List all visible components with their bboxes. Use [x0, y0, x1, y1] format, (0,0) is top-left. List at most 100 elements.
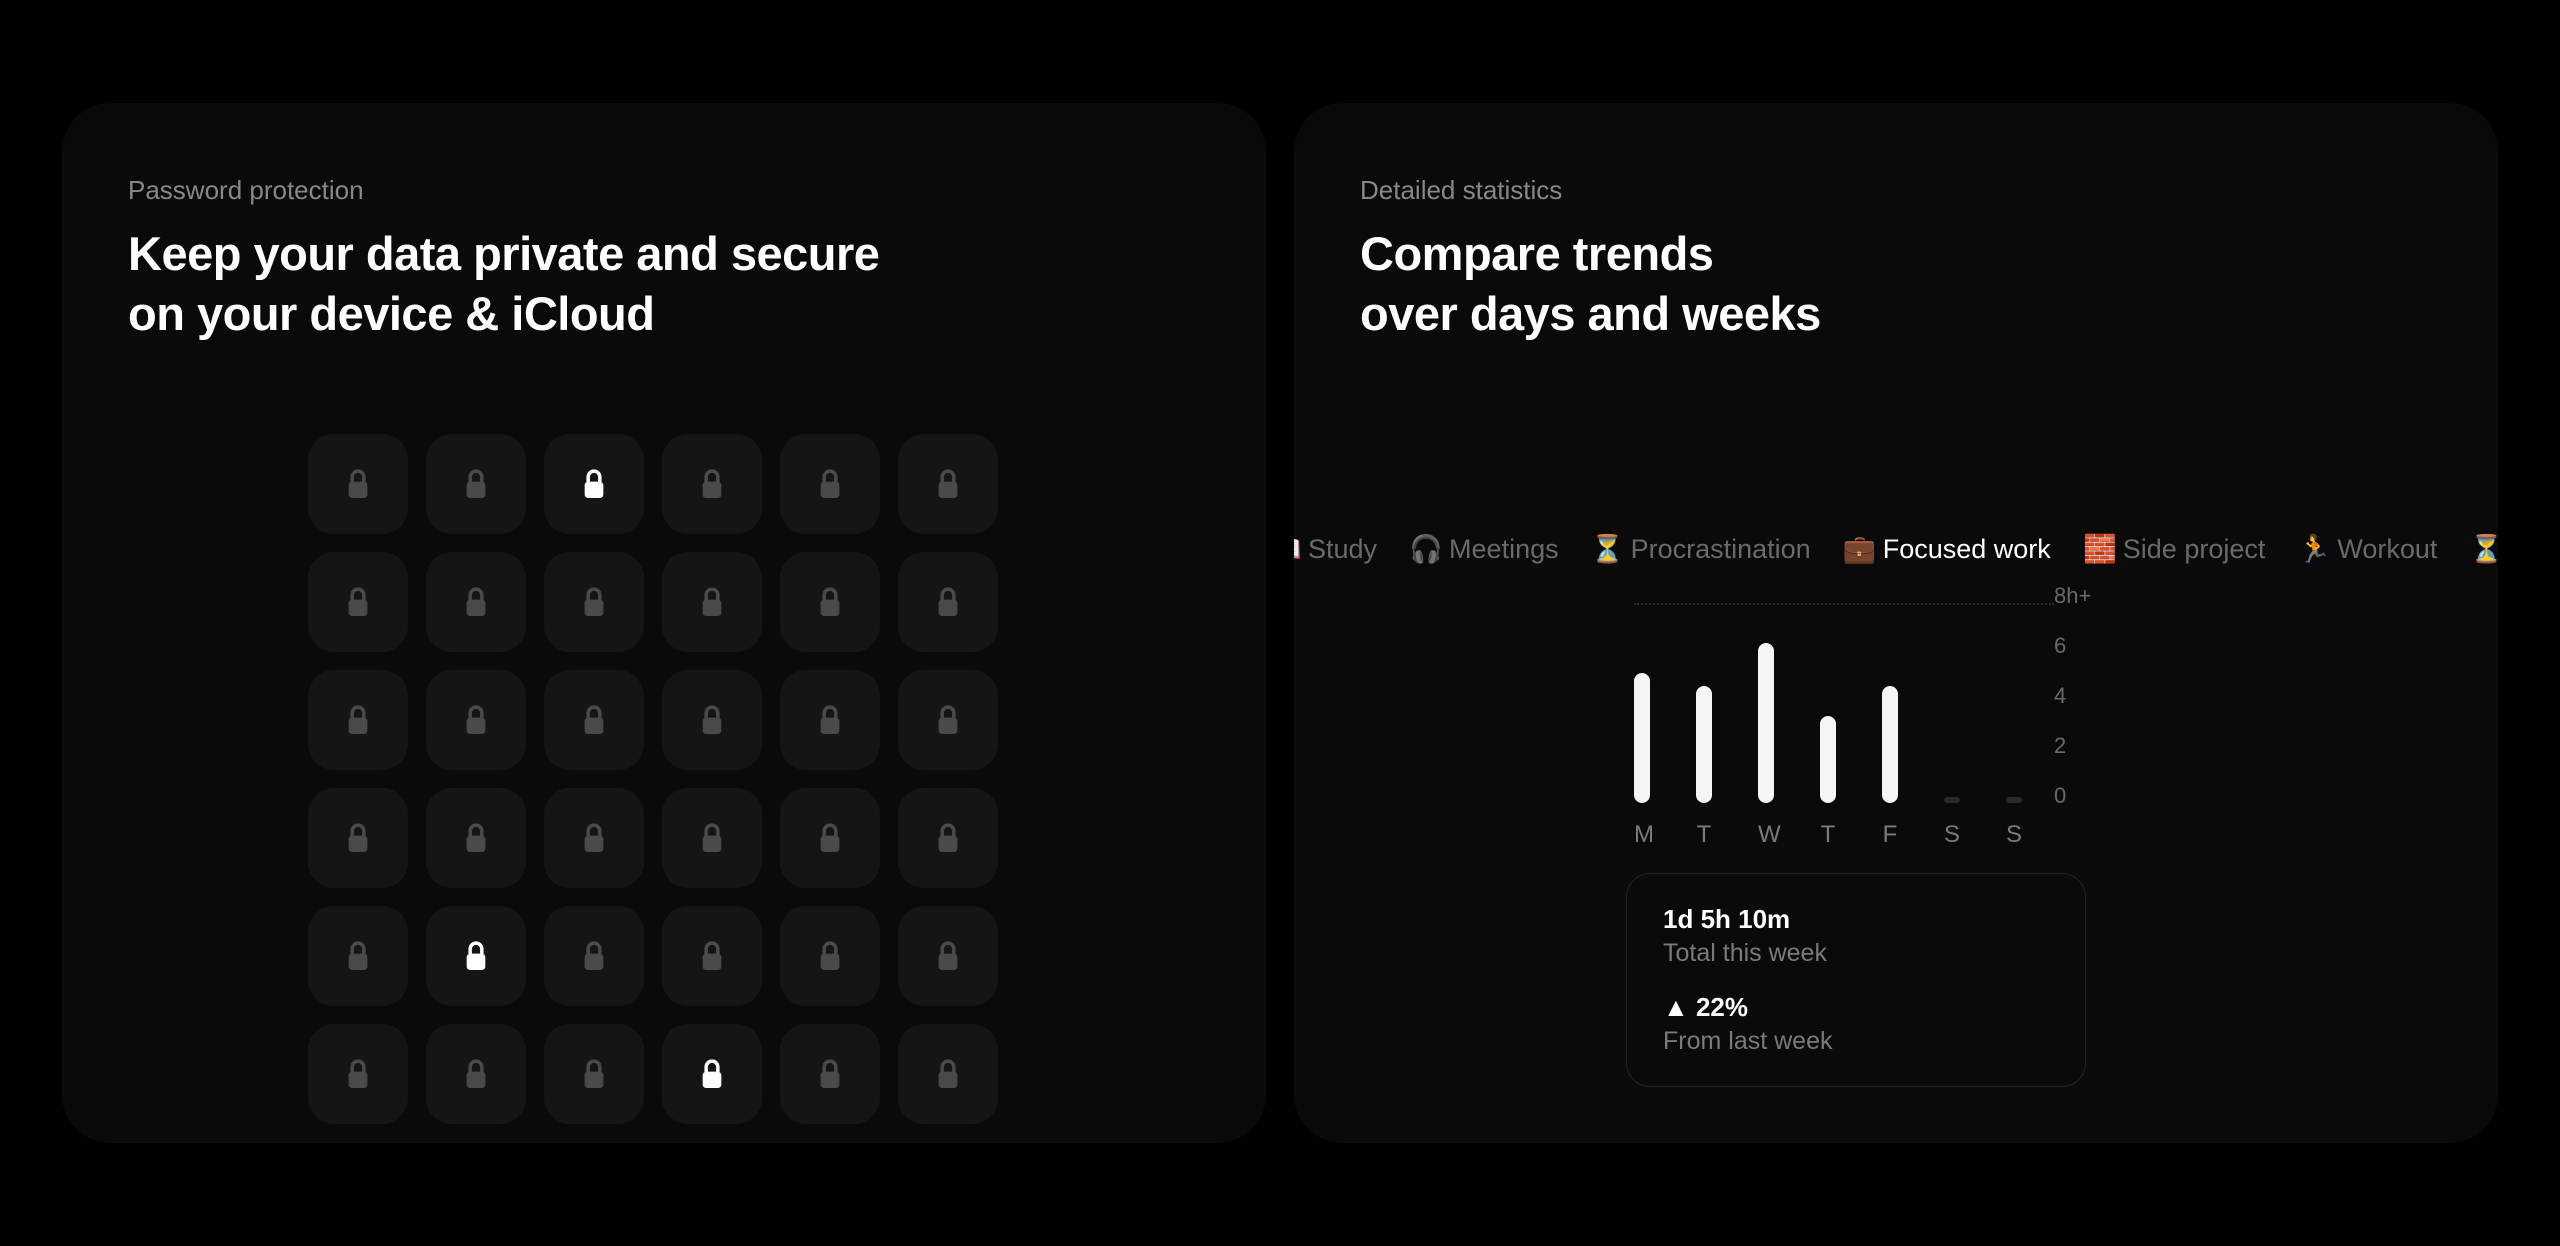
lock-icon — [344, 585, 372, 619]
lock-tile — [544, 670, 644, 770]
category-meetings[interactable]: 🎧 Meetings — [1415, 533, 1559, 565]
y-tick: 4 — [2054, 683, 2066, 709]
lock-icon — [816, 821, 844, 855]
lock-icon — [934, 939, 962, 973]
lock-icon — [580, 585, 608, 619]
bar-T — [1820, 716, 1836, 804]
lock-tile — [308, 906, 408, 1006]
total-label: Total this week — [1663, 939, 2049, 968]
stack-icon: 🧱 — [2089, 533, 2111, 565]
lock-tile — [898, 1024, 998, 1124]
category-label: Meetings — [1449, 534, 1559, 565]
lock-tile — [426, 552, 526, 652]
category-label: Workout — [2337, 534, 2437, 565]
lock-tile — [426, 670, 526, 770]
lock-tile — [662, 788, 762, 888]
day-label: S — [2006, 821, 2022, 849]
lock-icon — [934, 703, 962, 737]
lock-icon — [934, 821, 962, 855]
category-side-project[interactable]: 🧱 Side project — [2089, 533, 2266, 565]
lock-tile — [780, 434, 880, 534]
lock-icon — [580, 1057, 608, 1091]
bar-W — [1758, 643, 1774, 803]
lock-tile — [544, 788, 644, 888]
delta-value: ▲ 22% — [1663, 992, 2049, 1023]
category-label: Procrastination — [1631, 534, 1811, 565]
lock-icon — [580, 467, 608, 501]
lock-tile — [544, 434, 644, 534]
title-left: Keep your data private and secure on you… — [128, 224, 1200, 344]
category-procrastination[interactable]: ⏳Procrastination — [2475, 533, 2498, 565]
lock-icon — [816, 939, 844, 973]
lock-icon — [462, 703, 490, 737]
lock-grid — [308, 434, 1200, 1124]
lock-tile — [308, 552, 408, 652]
lock-icon — [580, 939, 608, 973]
lock-icon — [344, 939, 372, 973]
briefcase-icon: 💼 — [1849, 533, 1871, 565]
lock-tile — [426, 788, 526, 888]
headphones-icon: 🎧 — [1415, 533, 1437, 565]
eyebrow-right: Detailed statistics — [1360, 175, 2432, 206]
category-procrastination[interactable]: ⏳Procrastination — [1597, 533, 1811, 565]
lock-tile — [898, 670, 998, 770]
lock-tile — [780, 670, 880, 770]
runner-icon: 🏃 — [2303, 533, 2325, 565]
lock-icon — [698, 585, 726, 619]
title-right: Compare trends over days and weeks — [1360, 224, 2432, 344]
lock-icon — [934, 467, 962, 501]
lock-tile — [898, 906, 998, 1006]
day-label: T — [1820, 821, 1836, 849]
category-label: Focused work — [1883, 534, 2051, 565]
category-study[interactable]: 📖Study — [1294, 533, 1377, 565]
y-tick: 8h+ — [2054, 583, 2091, 609]
eyebrow-left: Password protection — [128, 175, 1200, 206]
bar-S — [1944, 797, 1960, 803]
lock-icon — [580, 821, 608, 855]
bar-T — [1696, 686, 1712, 804]
category-focused-work[interactable]: 💼 Focused work — [1849, 533, 2051, 565]
lock-icon — [462, 939, 490, 973]
lock-icon — [698, 703, 726, 737]
category-strip[interactable]: 📖Study 🎧 Meetings ⏳Procrastination 💼 Focused … — [1294, 533, 2498, 565]
lock-icon — [344, 821, 372, 855]
category-workout[interactable]: 🏃 Workout — [2303, 533, 2437, 565]
lock-tile — [898, 788, 998, 888]
password-protection-card: Password protection Keep your data priva… — [62, 103, 1266, 1143]
y-tick: 2 — [2054, 733, 2066, 759]
lock-icon — [816, 467, 844, 501]
lock-tile — [662, 434, 762, 534]
lock-icon — [462, 585, 490, 619]
lock-tile — [426, 1024, 526, 1124]
lock-icon — [462, 467, 490, 501]
lock-tile — [662, 552, 762, 652]
day-label: T — [1696, 821, 1712, 849]
lock-icon — [462, 821, 490, 855]
lock-icon — [698, 939, 726, 973]
lock-tile — [898, 434, 998, 534]
lock-icon — [698, 1057, 726, 1091]
lock-icon — [816, 1057, 844, 1091]
y-tick: 6 — [2054, 633, 2066, 659]
delta-label: From last week — [1663, 1027, 2049, 1056]
category-label: Side project — [2123, 534, 2266, 565]
lock-tile — [426, 434, 526, 534]
lock-tile — [662, 670, 762, 770]
y-tick: 0 — [2054, 783, 2066, 809]
day-label: S — [1944, 821, 1960, 849]
lock-icon — [816, 703, 844, 737]
summary-stat-box: 1d 5h 10m Total this week ▲ 22% From las… — [1626, 873, 2086, 1087]
bar-S — [2006, 797, 2022, 803]
lock-tile — [898, 552, 998, 652]
bar-M — [1634, 673, 1650, 803]
lock-tile — [308, 434, 408, 534]
lock-icon — [344, 467, 372, 501]
category-label: Study — [1308, 534, 1377, 565]
lock-tile — [662, 1024, 762, 1124]
lock-tile — [544, 1024, 644, 1124]
bar-chart: MTWTFSS 8h+6420 — [1634, 603, 2022, 849]
lock-icon — [698, 821, 726, 855]
lock-tile — [426, 906, 526, 1006]
day-label: W — [1758, 821, 1774, 849]
lock-tile — [308, 788, 408, 888]
